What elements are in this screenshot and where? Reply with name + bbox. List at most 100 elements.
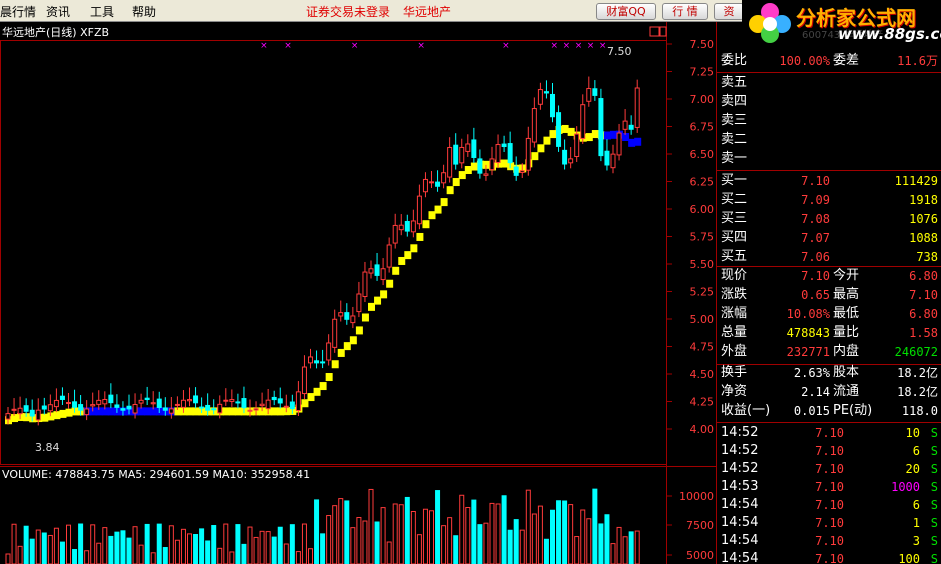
menu-news[interactable]: 资讯 xyxy=(46,3,70,20)
tick-side: S xyxy=(930,462,938,476)
candle-body xyxy=(41,405,47,410)
signal-block xyxy=(301,399,309,408)
candle-body xyxy=(447,147,453,178)
candle-body xyxy=(102,398,108,405)
candle-body xyxy=(223,399,229,402)
candle-body xyxy=(525,137,531,171)
volume-bar xyxy=(277,526,283,564)
volume-bar xyxy=(295,551,301,564)
volume-bar xyxy=(410,511,416,564)
info-button[interactable]: 资 xyxy=(714,3,744,20)
login-status: 证券交易未登录 xyxy=(306,5,391,19)
top-marker: × xyxy=(502,41,510,51)
menu-tools[interactable]: 工具 xyxy=(90,3,114,20)
candle-body xyxy=(495,144,501,163)
candle-body xyxy=(465,143,471,152)
signal-block xyxy=(428,211,436,220)
sell-row: 卖五 xyxy=(721,74,940,92)
tick-row: 14:52 7.10 20 S xyxy=(721,460,940,478)
y-tick-label: 6.00 xyxy=(690,203,715,216)
buy-price: 7.06 xyxy=(801,250,830,264)
candle-body xyxy=(320,361,326,364)
candle-body xyxy=(187,399,192,402)
candle-body xyxy=(477,158,483,174)
signal-block xyxy=(591,130,599,139)
candle-body xyxy=(362,271,368,298)
sell-row: 卖四 xyxy=(721,93,940,111)
buy-row: 买一 7.10 111429 xyxy=(721,172,940,190)
tick-side: S xyxy=(930,426,938,440)
tick-price: 7.10 xyxy=(815,498,844,512)
volume-bar xyxy=(23,525,29,564)
candle-body xyxy=(568,158,574,164)
candle-body xyxy=(72,401,78,408)
tick-side: S xyxy=(930,480,938,494)
volume-bar xyxy=(271,536,277,564)
top-marker: × xyxy=(575,41,583,51)
candle-body xyxy=(229,399,235,402)
menu-help[interactable]: 帮助 xyxy=(132,3,156,20)
candle-body xyxy=(283,405,289,408)
signal-block xyxy=(452,178,460,187)
signal-block xyxy=(325,373,333,382)
candle-body xyxy=(513,166,519,176)
y-tick-label: 4.25 xyxy=(690,396,715,409)
volume-bar xyxy=(471,499,477,564)
quote-label: 今开 xyxy=(833,268,860,283)
buy-price: 7.07 xyxy=(801,231,830,245)
menu-quotes[interactable]: 晨行情 xyxy=(0,3,36,20)
candle-body xyxy=(489,158,495,171)
fund-value: 0.015 xyxy=(793,404,830,418)
candle-body xyxy=(23,405,29,412)
y-tick-label: 6.25 xyxy=(690,176,715,189)
kline-chart[interactable]: × × × × × × × × × × 7.50 7.25 7.00 6.75 6.50 6.25 6.00 5… xyxy=(0,22,716,564)
y-tick-label: 6.75 xyxy=(690,121,715,134)
quote-value: 232771 xyxy=(786,345,830,359)
volume-bar xyxy=(66,524,71,564)
caifu-qq-button[interactable]: 财富QQ xyxy=(596,3,656,20)
signal-block xyxy=(531,152,539,161)
quote-label: 总量 xyxy=(721,325,748,340)
tick-side: S xyxy=(930,516,938,530)
volume-bar xyxy=(610,543,616,564)
candle-body xyxy=(537,89,543,105)
y-tick-label: 6.50 xyxy=(690,148,715,161)
tick-time: 14:53 xyxy=(721,479,759,494)
buy-label: 买二 xyxy=(721,192,748,207)
volume-bar xyxy=(429,510,434,564)
candle-body xyxy=(144,397,150,401)
volume-bar xyxy=(550,509,555,564)
signal-block xyxy=(222,407,230,416)
top-marker: × xyxy=(587,41,595,51)
signal-block xyxy=(585,133,593,142)
fund-label: 股本 xyxy=(833,365,860,380)
volume-bar xyxy=(338,498,344,564)
volume-bar xyxy=(525,489,531,564)
signal-block xyxy=(434,205,442,214)
candle-body xyxy=(404,220,410,232)
site-logo: 分析家公式网 600743 华远地产 www.88gs.com xyxy=(742,0,941,44)
candle-body xyxy=(168,408,174,414)
tick-row: 14:54 7.10 1 S xyxy=(721,514,940,532)
top-marker: × xyxy=(599,41,607,51)
candle-body xyxy=(416,195,422,225)
candle-body xyxy=(368,268,374,274)
volume-bar xyxy=(174,539,180,564)
volume-bar xyxy=(53,527,59,564)
window-icon xyxy=(659,26,667,37)
signal-block xyxy=(368,302,375,311)
tick-side: S xyxy=(930,444,938,458)
signal-block xyxy=(144,407,152,416)
volume-bar xyxy=(47,534,53,564)
y-tick-label: 7.00 xyxy=(690,93,715,106)
candle-body xyxy=(562,149,568,165)
signal-block xyxy=(567,127,575,136)
candle-body xyxy=(90,404,96,407)
candle-body xyxy=(422,178,428,193)
sell-label: 卖一 xyxy=(721,151,748,166)
tick-price: 7.10 xyxy=(815,552,844,564)
quotes-button[interactable]: 行 情 xyxy=(662,3,708,20)
signal-block xyxy=(277,407,285,416)
volume-bar xyxy=(368,488,374,564)
volume-bar xyxy=(537,505,543,564)
